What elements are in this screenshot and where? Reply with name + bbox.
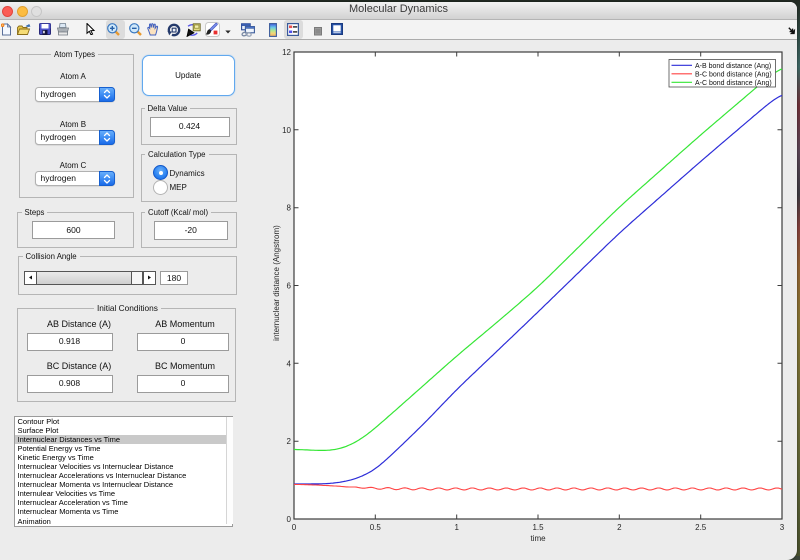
svg-text:internuclear distance (Angstro: internuclear distance (Angstrom) (272, 225, 281, 341)
svg-text:0: 0 (292, 523, 297, 532)
svg-text:4: 4 (287, 359, 292, 368)
svg-text:2: 2 (617, 523, 622, 532)
svg-text:0: 0 (287, 515, 292, 524)
svg-text:2.5: 2.5 (695, 523, 707, 532)
svg-text:1.5: 1.5 (532, 523, 544, 532)
svg-text:6: 6 (287, 282, 292, 291)
svg-text:A-B bond distance (Ang): A-B bond distance (Ang) (695, 63, 771, 70)
svg-text:10: 10 (282, 126, 291, 135)
svg-text:time: time (530, 534, 546, 543)
svg-text:12: 12 (282, 48, 291, 57)
svg-text:3: 3 (780, 523, 785, 532)
svg-text:2: 2 (287, 437, 292, 446)
svg-text:B-C bond distance (Ang): B-C bond distance (Ang) (695, 71, 772, 78)
svg-text:8: 8 (287, 204, 292, 213)
svg-text:1: 1 (454, 523, 459, 532)
svg-text:0.5: 0.5 (370, 523, 382, 532)
svg-text:A-C bond distance (Ang): A-C bond distance (Ang) (695, 80, 772, 87)
